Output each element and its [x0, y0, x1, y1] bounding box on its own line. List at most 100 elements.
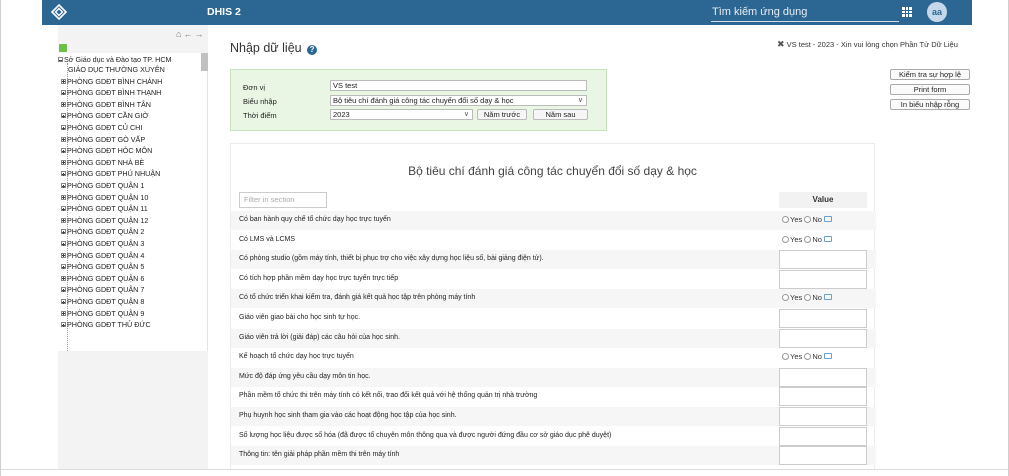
- tree-item[interactable]: PHÒNG GDĐT QUẬN 3: [61, 239, 144, 249]
- tree-item[interactable]: GIÁO DỤC THƯỜNG XUYÊN: [68, 65, 165, 75]
- print-form-button[interactable]: Print form: [890, 84, 970, 95]
- expand-icon[interactable]: [61, 229, 66, 235]
- yes-no-field[interactable]: Yes No: [782, 352, 832, 361]
- form-row: Giáo viên giao bài cho học sinh tự học.: [231, 309, 876, 328]
- org-unit-field[interactable]: VS test: [330, 80, 587, 91]
- tree-item[interactable]: PHÒNG GDĐT QUẬN 5: [61, 262, 144, 272]
- tree-item[interactable]: PHÒNG GDĐT NHÀ BÈ: [61, 158, 144, 168]
- tree-item[interactable]: PHÒNG GDĐT HÓC MÔN: [61, 146, 152, 156]
- expand-icon[interactable]: [61, 241, 66, 246]
- no-radio[interactable]: [804, 294, 812, 302]
- tree-root-item[interactable]: Sở Giáo dục và Đào tạo TP. HCM: [58, 55, 172, 65]
- expand-icon[interactable]: [61, 113, 66, 119]
- tree-item[interactable]: PHÒNG GDĐT QUẬN 4: [61, 251, 144, 261]
- tree-item[interactable]: PHÒNG GDĐT QUẬN 6: [61, 274, 144, 284]
- user-avatar[interactable]: aa: [927, 2, 947, 22]
- yes-radio[interactable]: [782, 294, 789, 302]
- yes-radio[interactable]: [782, 216, 789, 223]
- value-input[interactable]: [779, 446, 867, 466]
- tree-item[interactable]: PHÒNG GDĐT QUẬN 9: [61, 309, 144, 319]
- expand-icon[interactable]: [61, 90, 66, 96]
- value-input[interactable]: [779, 426, 867, 446]
- tree-item[interactable]: PHÒNG GDĐT QUẬN 1: [61, 181, 144, 191]
- value-input[interactable]: [779, 387, 867, 407]
- expand-icon[interactable]: [61, 287, 66, 293]
- expand-icon[interactable]: [61, 125, 66, 130]
- org-unit-tree[interactable]: Sở Giáo dục và Đào tạo TP. HCM GIÁO DỤC …: [58, 53, 208, 351]
- yes-no-field[interactable]: Yes No: [782, 215, 832, 224]
- tree-item[interactable]: PHÒNG GDĐT BÌNH THẠNH: [61, 88, 161, 98]
- tree-item-label: PHÒNG GDĐT BÌNH THẠNH: [67, 88, 162, 98]
- expand-icon[interactable]: [61, 159, 66, 165]
- help-icon[interactable]: ?: [307, 45, 318, 55]
- yes-no-field[interactable]: Yes No: [782, 235, 832, 244]
- comment-icon[interactable]: [823, 235, 832, 242]
- value-input[interactable]: [779, 269, 867, 289]
- tree-item[interactable]: PHÒNG GDĐT QUẬN 11: [61, 204, 148, 214]
- comment-icon[interactable]: [823, 216, 832, 222]
- expand-icon[interactable]: [61, 217, 66, 223]
- comment-icon[interactable]: [823, 353, 832, 360]
- expand-icon[interactable]: [61, 183, 66, 188]
- value-input[interactable]: [779, 328, 867, 348]
- tree-item[interactable]: PHÒNG GDĐT PHÚ NHUẬN: [61, 169, 160, 179]
- tree-item[interactable]: PHÒNG GDĐT QUẬN 7: [61, 285, 144, 295]
- form-row: Phụ huynh học sinh tham gia vào các hoạt…: [231, 407, 876, 426]
- tree-item[interactable]: PHÒNG GDĐT CẦN GIỜ: [61, 111, 149, 121]
- tree-item[interactable]: PHÒNG GDĐT QUẬN 8: [61, 297, 144, 307]
- yes-no-field[interactable]: Yes No: [782, 293, 832, 302]
- tree-item[interactable]: PHÒNG GDĐT BÌNH TÂN: [61, 100, 151, 110]
- back-arrow-icon[interactable]: ←: [183, 29, 194, 39]
- comment-icon[interactable]: [823, 294, 832, 301]
- tree-item[interactable]: PHÒNG GDĐT QUẬN 10: [61, 193, 148, 203]
- filter-section-input[interactable]: Filter in section: [239, 192, 327, 208]
- tree-item[interactable]: PHÒNG GDĐT QUẬN 2: [61, 227, 144, 237]
- apps-grid-icon[interactable]: [902, 7, 912, 17]
- question-label: Có LMS và LCMS: [239, 235, 296, 243]
- expand-icon[interactable]: [61, 171, 66, 177]
- tree-item[interactable]: PHÒNG GDĐT BÌNH CHÁNH: [61, 77, 162, 87]
- period-select[interactable]: 2023: [330, 109, 473, 120]
- tree-item[interactable]: PHÒNG GDĐT QUẬN 12: [61, 216, 148, 226]
- no-radio[interactable]: [804, 235, 812, 243]
- dhis2-logo-icon[interactable]: [51, 4, 67, 20]
- yes-radio[interactable]: [782, 353, 789, 361]
- tree-item[interactable]: PHÒNG GDĐT GÒ VẤP: [61, 135, 145, 145]
- yes-radio[interactable]: [782, 235, 789, 243]
- app-search-input[interactable]: Tìm kiếm ứng dụng: [711, 3, 899, 22]
- expand-icon[interactable]: [61, 252, 66, 258]
- dataset-select[interactable]: Bộ tiêu chí đánh giá công tác chuyển đổi…: [330, 95, 587, 106]
- value-input[interactable]: [779, 250, 867, 270]
- tree-status-icon[interactable]: [59, 44, 67, 52]
- tree-item[interactable]: PHÒNG GDĐT THỦ ĐỨC: [61, 320, 151, 330]
- tree-root-label: Sở Giáo dục và Đào tạo TP. HCM: [64, 55, 172, 64]
- question-label: Giáo viên giao bài cho học sinh tự học.: [239, 314, 361, 321]
- expand-icon[interactable]: [61, 136, 66, 142]
- forward-arrow-icon[interactable]: →: [194, 29, 205, 39]
- previous-year-button[interactable]: Năm trước: [477, 109, 527, 120]
- expand-icon[interactable]: [61, 206, 66, 212]
- expand-icon[interactable]: [61, 299, 66, 304]
- no-radio[interactable]: [804, 353, 812, 361]
- value-input[interactable]: [779, 367, 867, 387]
- question-label: Phần mềm tổ chức thi trên máy tính có kế…: [239, 392, 538, 400]
- expand-icon[interactable]: [61, 78, 66, 84]
- tree-item[interactable]: PHÒNG GDĐT CỦ CHI: [61, 123, 142, 133]
- no-radio[interactable]: [804, 216, 812, 223]
- expand-icon[interactable]: [61, 275, 66, 281]
- tree-scrollbar[interactable]: [201, 53, 208, 71]
- value-input[interactable]: [779, 407, 867, 426]
- next-year-button[interactable]: Năm sau: [533, 109, 588, 120]
- org-unit-label: Đơn vị: [243, 83, 266, 92]
- close-icon[interactable]: ✖: [777, 39, 785, 49]
- expand-icon[interactable]: [61, 264, 66, 270]
- validate-button[interactable]: Kiểm tra sự hợp lệ: [890, 69, 970, 80]
- collapse-icon[interactable]: [58, 57, 63, 62]
- expand-icon[interactable]: [61, 322, 66, 328]
- expand-icon[interactable]: [61, 148, 66, 154]
- expand-icon[interactable]: [61, 101, 66, 107]
- print-blank-form-button[interactable]: In biểu nhập rỗng: [890, 99, 970, 110]
- expand-icon[interactable]: [61, 310, 66, 316]
- expand-icon[interactable]: [61, 194, 66, 200]
- value-input[interactable]: [779, 309, 867, 328]
